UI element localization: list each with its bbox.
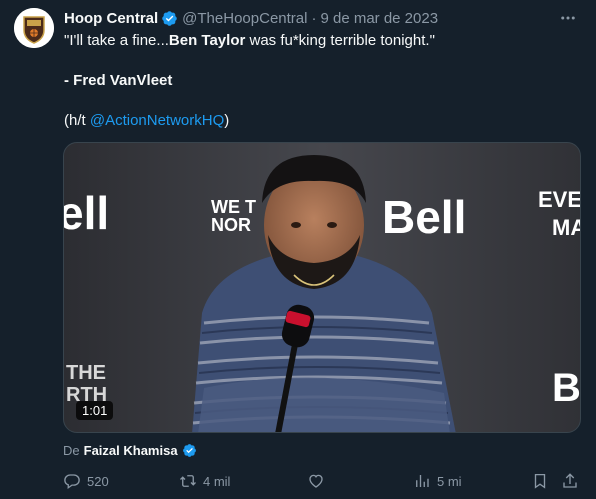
like-button[interactable] [307,470,331,492]
quote-attribution: - Fred VanVleet [64,72,173,89]
backdrop-text: THE [66,362,106,384]
quote-bold-name: Ben Taylor [168,32,246,49]
views-icon [416,475,429,487]
tweet[interactable]: Hoop Central @TheHoopCentral · 9 de mar … [0,0,596,499]
repost-button[interactable]: 4 mil [179,470,230,492]
tweet-text-line-1: "I'll take a fine...Ben Taylor was fu*ki… [64,31,435,51]
tweet-header: Hoop Central @TheHoopCentral · 9 de mar … [64,8,438,28]
repost-icon [180,475,196,487]
repost-count: 4 mil [203,473,231,489]
backdrop-text: EVER [538,187,581,212]
video-frame: ell WE T NOR Bell EVER MA THE RTH B [64,143,581,432]
reply-count: 520 [87,473,109,489]
backdrop-text: NOR [211,215,251,235]
share-icon [563,473,577,488]
attribution-prefix: De [63,442,80,458]
bookmark-icon [534,473,546,489]
share-button[interactable] [561,470,585,492]
mention-link[interactable]: @ActionNetworkHQ [90,112,224,129]
hat-tip-suffix: ) [224,112,230,129]
separator: · [311,9,317,27]
attribution-name[interactable]: Faizal Khamisa [84,443,178,458]
author-name[interactable]: Hoop Central [64,10,158,27]
avatar[interactable] [14,8,54,48]
video-duration: 1:01 [76,401,114,420]
tweet-text-line-2: - Fred VanVleet [64,71,172,91]
video-player[interactable]: ell WE T NOR Bell EVER MA THE RTH B [63,142,581,433]
backdrop-text: B [552,366,581,410]
backdrop-text: MA [552,215,581,240]
tweet-text-line-3: (h/t @ActionNetworkHQ) [64,111,229,131]
verified-badge-icon [182,443,197,458]
quote-start: "I'll take a fine... [64,32,169,49]
tweet-date[interactable]: 9 de mar de 2023 [320,10,438,27]
bookmark-button[interactable] [531,470,555,492]
reply-icon [64,474,80,490]
reply-button[interactable]: 520 [63,470,109,492]
views-count: 5 mi [437,473,462,489]
quote-end: was fu*king terrible tonight." [245,32,435,49]
verified-badge-icon [161,10,178,27]
hoop-central-logo [14,8,54,48]
tweet-actions: 520 4 mil 5 mi [63,470,583,492]
hat-tip-prefix: (h/t [64,112,90,129]
media-attribution: De Faizal Khamisa [63,441,201,459]
like-icon [309,474,323,488]
more-icon[interactable] [558,9,578,27]
views-button[interactable]: 5 mi [413,470,462,492]
author-handle[interactable]: @TheHoopCentral [182,10,307,27]
backdrop-text: ell [64,187,109,239]
backdrop-text: WE T [211,197,256,217]
backdrop-text: Bell [382,191,466,243]
